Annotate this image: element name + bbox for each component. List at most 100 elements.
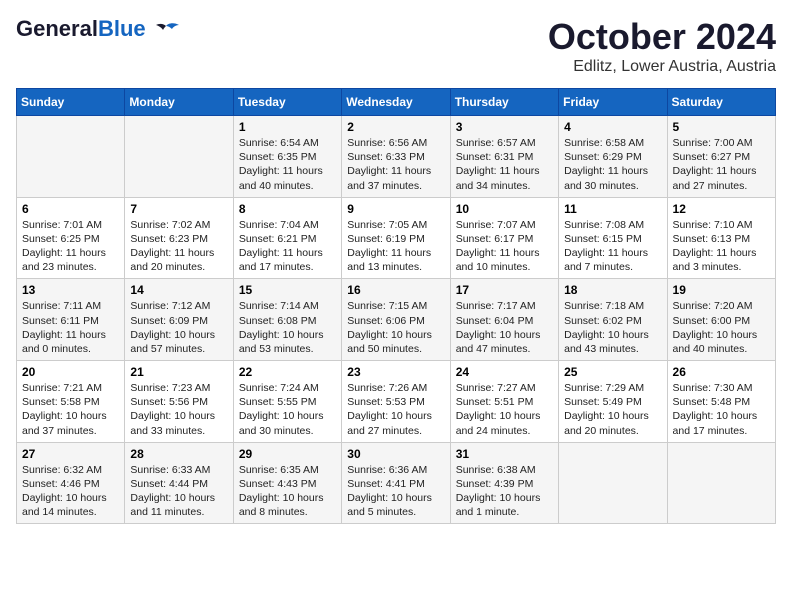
day-number: 18 bbox=[564, 283, 661, 297]
title-block: October 2024 Edlitz, Lower Austria, Aust… bbox=[548, 16, 776, 76]
day-number: 4 bbox=[564, 120, 661, 134]
day-number: 24 bbox=[456, 365, 553, 379]
day-number: 29 bbox=[239, 447, 336, 461]
calendar-cell: 27Sunrise: 6:32 AMSunset: 4:46 PMDayligh… bbox=[17, 442, 125, 524]
calendar-cell: 25 Sunrise: 7:29 AMSunset: 5:49 PMDayligh… bbox=[559, 361, 667, 443]
weekday-header: Tuesday bbox=[233, 89, 341, 116]
day-info: Sunrise: 7:18 AMSunset: 6:02 PMDaylight:… bbox=[564, 299, 661, 356]
day-info: Sunrise: 7:27 AMSunset: 5:51 PMDaylight:… bbox=[456, 381, 553, 438]
day-info: Sunrise: 7:08 AMSunset: 6:15 PMDaylight:… bbox=[564, 218, 661, 275]
calendar-cell: 31Sunrise: 6:38 AMSunset: 4:39 PMDayligh… bbox=[450, 442, 558, 524]
day-number: 6 bbox=[22, 202, 119, 216]
day-number: 10 bbox=[456, 202, 553, 216]
logo-text: GeneralBlue bbox=[16, 16, 180, 42]
calendar-cell: 2 Sunrise: 6:56 AMSunset: 6:33 PMDaylight… bbox=[342, 116, 450, 198]
calendar-cell: 5 Sunrise: 7:00 AMSunset: 6:27 PMDaylight… bbox=[667, 116, 775, 198]
day-number: 21 bbox=[130, 365, 227, 379]
weekday-header: Monday bbox=[125, 89, 233, 116]
calendar-cell: 10 Sunrise: 7:07 AMSunset: 6:17 PMDayligh… bbox=[450, 197, 558, 279]
day-info: Sunrise: 7:24 AMSunset: 5:55 PMDaylight:… bbox=[239, 381, 336, 438]
day-number: 20 bbox=[22, 365, 119, 379]
day-number: 16 bbox=[347, 283, 444, 297]
day-number: 22 bbox=[239, 365, 336, 379]
day-info: Sunrise: 7:02 AMSunset: 6:23 PMDaylight:… bbox=[130, 218, 227, 275]
calendar-cell: 13 Sunrise: 7:11 AMSunset: 6:11 PMDayligh… bbox=[17, 279, 125, 361]
calendar-cell: 4 Sunrise: 6:58 AMSunset: 6:29 PMDaylight… bbox=[559, 116, 667, 198]
day-info: Sunrise: 7:15 AMSunset: 6:06 PMDaylight:… bbox=[347, 299, 444, 356]
day-info: Sunrise: 7:01 AMSunset: 6:25 PMDaylight:… bbox=[22, 218, 119, 275]
day-info: Sunrise: 7:07 AMSunset: 6:17 PMDaylight:… bbox=[456, 218, 553, 275]
calendar-cell: 8Sunrise: 7:04 AMSunset: 6:21 PMDaylight… bbox=[233, 197, 341, 279]
calendar-cell: 6 Sunrise: 7:01 AMSunset: 6:25 PMDaylight… bbox=[17, 197, 125, 279]
weekday-header: Thursday bbox=[450, 89, 558, 116]
day-info: Sunrise: 7:12 AMSunset: 6:09 PMDaylight:… bbox=[130, 299, 227, 356]
day-info: Sunrise: 6:36 AMSunset: 4:41 PMDaylight:… bbox=[347, 463, 444, 520]
calendar-cell bbox=[17, 116, 125, 198]
weekday-header: Wednesday bbox=[342, 89, 450, 116]
weekday-header: Sunday bbox=[17, 89, 125, 116]
calendar-cell: 12 Sunrise: 7:10 AMSunset: 6:13 PMDayligh… bbox=[667, 197, 775, 279]
day-number: 13 bbox=[22, 283, 119, 297]
calendar-cell: 19 Sunrise: 7:20 AMSunset: 6:00 PMDayligh… bbox=[667, 279, 775, 361]
calendar-cell: 16 Sunrise: 7:15 AMSunset: 6:06 PMDayligh… bbox=[342, 279, 450, 361]
day-info: Sunrise: 6:35 AMSunset: 4:43 PMDaylight:… bbox=[239, 463, 336, 520]
weekday-header: Friday bbox=[559, 89, 667, 116]
page-header: GeneralBlue October 2024 Edlitz, Lower A… bbox=[16, 16, 776, 76]
calendar-cell: 29 Sunrise: 6:35 AMSunset: 4:43 PMDayligh… bbox=[233, 442, 341, 524]
day-number: 26 bbox=[673, 365, 770, 379]
day-number: 5 bbox=[673, 120, 770, 134]
day-number: 2 bbox=[347, 120, 444, 134]
day-number: 19 bbox=[673, 283, 770, 297]
day-info: Sunrise: 7:17 AMSunset: 6:04 PMDaylight:… bbox=[456, 299, 553, 356]
calendar-week-row: 13 Sunrise: 7:11 AMSunset: 6:11 PMDayligh… bbox=[17, 279, 776, 361]
calendar-cell: 24 Sunrise: 7:27 AMSunset: 5:51 PMDayligh… bbox=[450, 361, 558, 443]
day-info: Sunrise: 7:10 AMSunset: 6:13 PMDaylight:… bbox=[673, 218, 770, 275]
logo: GeneralBlue bbox=[16, 16, 180, 42]
day-number: 8 bbox=[239, 202, 336, 216]
day-info: Sunrise: 6:38 AMSunset: 4:39 PMDaylight:… bbox=[456, 463, 553, 520]
day-info: Sunrise: 7:20 AMSunset: 6:00 PMDaylight:… bbox=[673, 299, 770, 356]
day-number: 14 bbox=[130, 283, 227, 297]
day-info: Sunrise: 7:26 AMSunset: 5:53 PMDaylight:… bbox=[347, 381, 444, 438]
calendar-cell: 20 Sunrise: 7:21 AMSunset: 5:58 PMDayligh… bbox=[17, 361, 125, 443]
day-info: Sunrise: 7:00 AMSunset: 6:27 PMDaylight:… bbox=[673, 136, 770, 193]
day-info: Sunrise: 6:33 AMSunset: 4:44 PMDaylight:… bbox=[130, 463, 227, 520]
day-number: 12 bbox=[673, 202, 770, 216]
day-info: Sunrise: 7:23 AMSunset: 5:56 PMDaylight:… bbox=[130, 381, 227, 438]
day-info: Sunrise: 7:30 AMSunset: 5:48 PMDaylight:… bbox=[673, 381, 770, 438]
calendar-cell: 22 Sunrise: 7:24 AMSunset: 5:55 PMDayligh… bbox=[233, 361, 341, 443]
day-number: 7 bbox=[130, 202, 227, 216]
day-info: Sunrise: 6:58 AMSunset: 6:29 PMDaylight:… bbox=[564, 136, 661, 193]
day-info: Sunrise: 6:57 AMSunset: 6:31 PMDaylight:… bbox=[456, 136, 553, 193]
calendar-cell: 14 Sunrise: 7:12 AMSunset: 6:09 PMDayligh… bbox=[125, 279, 233, 361]
calendar-cell: 15 Sunrise: 7:14 AMSunset: 6:08 PMDayligh… bbox=[233, 279, 341, 361]
day-number: 25 bbox=[564, 365, 661, 379]
day-info: Sunrise: 6:54 AMSunset: 6:35 PMDaylight:… bbox=[239, 136, 336, 193]
day-info: Sunrise: 6:56 AMSunset: 6:33 PMDaylight:… bbox=[347, 136, 444, 193]
weekday-header-row: SundayMondayTuesdayWednesdayThursdayFrid… bbox=[17, 89, 776, 116]
day-info: Sunrise: 7:11 AMSunset: 6:11 PMDaylight:… bbox=[22, 299, 119, 356]
calendar-cell: 7 Sunrise: 7:02 AMSunset: 6:23 PMDaylight… bbox=[125, 197, 233, 279]
calendar-cell: 30Sunrise: 6:36 AMSunset: 4:41 PMDayligh… bbox=[342, 442, 450, 524]
day-number: 15 bbox=[239, 283, 336, 297]
calendar-table: SundayMondayTuesdayWednesdayThursdayFrid… bbox=[16, 88, 776, 524]
calendar-cell bbox=[125, 116, 233, 198]
calendar-cell: 21 Sunrise: 7:23 AMSunset: 5:56 PMDayligh… bbox=[125, 361, 233, 443]
calendar-title: October 2024 bbox=[548, 16, 776, 58]
calendar-cell: 28Sunrise: 6:33 AMSunset: 4:44 PMDayligh… bbox=[125, 442, 233, 524]
day-info: Sunrise: 7:14 AMSunset: 6:08 PMDaylight:… bbox=[239, 299, 336, 356]
day-number: 3 bbox=[456, 120, 553, 134]
calendar-cell: 23Sunrise: 7:26 AMSunset: 5:53 PMDayligh… bbox=[342, 361, 450, 443]
day-info: Sunrise: 7:05 AMSunset: 6:19 PMDaylight:… bbox=[347, 218, 444, 275]
calendar-subtitle: Edlitz, Lower Austria, Austria bbox=[548, 58, 776, 76]
calendar-week-row: 1Sunrise: 6:54 AMSunset: 6:35 PMDaylight… bbox=[17, 116, 776, 198]
day-number: 17 bbox=[456, 283, 553, 297]
day-info: Sunrise: 7:29 AMSunset: 5:49 PMDaylight:… bbox=[564, 381, 661, 438]
calendar-cell: 18 Sunrise: 7:18 AMSunset: 6:02 PMDayligh… bbox=[559, 279, 667, 361]
calendar-week-row: 27Sunrise: 6:32 AMSunset: 4:46 PMDayligh… bbox=[17, 442, 776, 524]
weekday-header: Saturday bbox=[667, 89, 775, 116]
logo-bird-icon bbox=[152, 22, 180, 42]
calendar-week-row: 6 Sunrise: 7:01 AMSunset: 6:25 PMDaylight… bbox=[17, 197, 776, 279]
calendar-week-row: 20 Sunrise: 7:21 AMSunset: 5:58 PMDayligh… bbox=[17, 361, 776, 443]
day-info: Sunrise: 7:21 AMSunset: 5:58 PMDaylight:… bbox=[22, 381, 119, 438]
